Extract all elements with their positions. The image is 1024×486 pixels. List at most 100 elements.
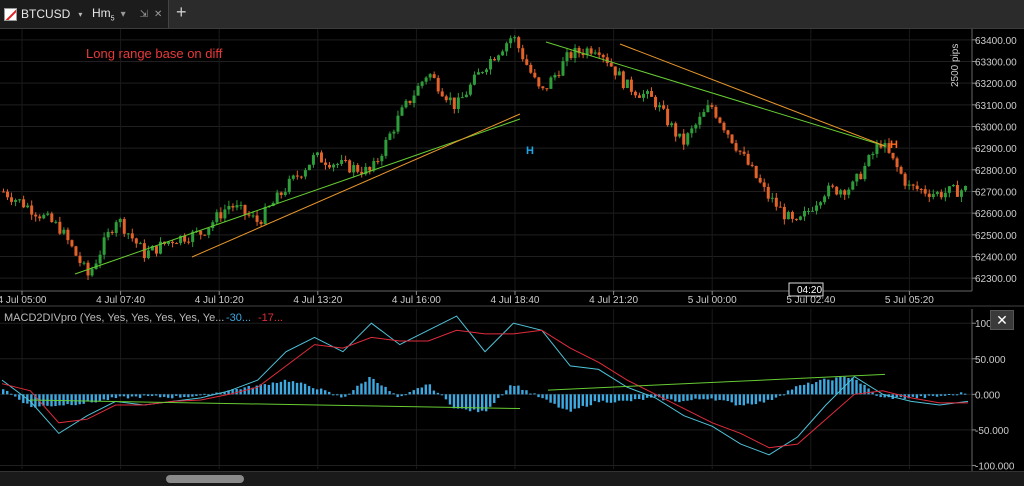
- histogram-bar: [670, 394, 673, 400]
- histogram-bar: [364, 381, 367, 395]
- candle: [802, 210, 806, 217]
- histogram-bar: [436, 392, 440, 395]
- histogram-bar: [738, 394, 741, 405]
- tab-btcusd[interactable]: BTCUSD ▾: [0, 0, 89, 28]
- candle: [42, 214, 46, 219]
- scrollbar-thumb[interactable]: [166, 475, 244, 483]
- candle: [78, 255, 82, 263]
- candle: [324, 162, 327, 165]
- histogram-bar: [404, 394, 407, 396]
- candle: [835, 186, 839, 195]
- candle: [907, 184, 911, 186]
- candle: [811, 210, 815, 212]
- candle: [263, 206, 267, 225]
- histogram-bar: [122, 394, 126, 397]
- time-tick-label: 4 Jul 21:20: [589, 295, 638, 306]
- candle: [871, 153, 875, 156]
- tab-heikin-ashi[interactable]: Hm5 ▾ ⇲ ✕: [88, 0, 169, 28]
- candle: [863, 165, 867, 180]
- crosshair-time-label: 04:20: [788, 282, 824, 297]
- candle: [259, 221, 263, 225]
- histogram-bar: [855, 379, 858, 395]
- indicator-value-1: -30...: [226, 312, 251, 324]
- candle: [348, 160, 352, 173]
- histogram-bar: [315, 389, 319, 395]
- histogram-bar: [633, 394, 637, 400]
- tab-menu-caret-icon[interactable]: ▾: [121, 9, 126, 20]
- candle: [412, 95, 416, 104]
- candle: [472, 74, 476, 85]
- histogram-bar: [191, 394, 194, 397]
- candle: [315, 152, 319, 156]
- histogram-bar: [927, 394, 931, 396]
- histogram-bar: [444, 394, 448, 400]
- horizontal-scrollbar[interactable]: [0, 471, 1024, 486]
- candle: [215, 212, 219, 223]
- histogram-bar: [613, 394, 617, 403]
- candle: [384, 139, 388, 156]
- candle: [815, 205, 819, 211]
- histogram-bar: [549, 394, 552, 403]
- histogram-bar: [324, 390, 327, 395]
- candle: [62, 229, 66, 234]
- candle: [444, 96, 448, 101]
- histogram-bar: [299, 382, 303, 395]
- candle: [839, 190, 843, 195]
- histogram-bar: [823, 378, 826, 395]
- candle: [666, 108, 670, 126]
- candle: [283, 192, 287, 195]
- candle: [299, 176, 303, 178]
- histogram-bar: [319, 388, 323, 395]
- chart-area[interactable]: 63400.00 63300.00 63200.00 63100.00 63000.00…: [0, 29, 1024, 471]
- histogram-bar: [235, 388, 238, 395]
- histogram-bar: [328, 391, 331, 395]
- candle: [641, 93, 645, 98]
- indicator-title: MACD2DIVpro (Yes, Yes, Yes, Yes, Yes, Ye…: [4, 312, 224, 324]
- indicator-axis: 100.00050.0000.000-50.000-100.000: [971, 309, 1015, 471]
- histogram-bar: [86, 394, 89, 402]
- histogram-bar: [179, 394, 182, 398]
- histogram-bar: [360, 383, 363, 395]
- histogram-bar: [609, 394, 613, 403]
- candle: [593, 52, 597, 54]
- histogram-bar: [867, 388, 870, 395]
- histogram-bar: [460, 394, 464, 409]
- candle: [754, 165, 758, 178]
- histogram-bar: [790, 389, 794, 395]
- histogram-bar: [102, 394, 106, 400]
- candle: [30, 205, 34, 215]
- candle: [851, 181, 855, 190]
- candle: [702, 112, 706, 117]
- candle: [617, 71, 621, 76]
- tab-menu-caret-icon[interactable]: ▾: [78, 10, 82, 19]
- candle: [464, 94, 468, 98]
- histogram-bar: [911, 394, 915, 397]
- candle: [50, 213, 54, 223]
- histogram-bar: [959, 392, 963, 395]
- histogram-bar: [412, 390, 415, 395]
- add-tab-button[interactable]: +: [176, 2, 187, 23]
- histogram-bar: [541, 394, 544, 399]
- candle: [726, 130, 730, 135]
- tab-close-icon[interactable]: ✕: [154, 9, 162, 20]
- histogram-bar: [10, 393, 13, 395]
- indicator-tick-label: -100.000: [975, 461, 1015, 471]
- price-tick-label: 63400.00: [975, 36, 1017, 47]
- histogram-bar: [923, 394, 927, 398]
- indicator-tick-label: 50.000: [975, 355, 1006, 366]
- histogram-bar: [283, 379, 287, 395]
- histogram-bar: [811, 384, 814, 395]
- histogram-bar: [617, 394, 621, 401]
- candle: [662, 105, 666, 109]
- candle: [915, 185, 919, 190]
- histogram-bar: [557, 394, 560, 408]
- histogram-bar: [456, 394, 460, 409]
- histogram-bar: [303, 383, 307, 395]
- histogram-bar: [859, 383, 862, 395]
- candle: [762, 182, 766, 187]
- close-indicator-button[interactable]: ✕: [990, 310, 1014, 330]
- histogram-bar: [537, 394, 540, 398]
- histogram-bar: [183, 394, 186, 398]
- popout-icon[interactable]: ⇲: [140, 9, 148, 20]
- candle: [714, 106, 718, 118]
